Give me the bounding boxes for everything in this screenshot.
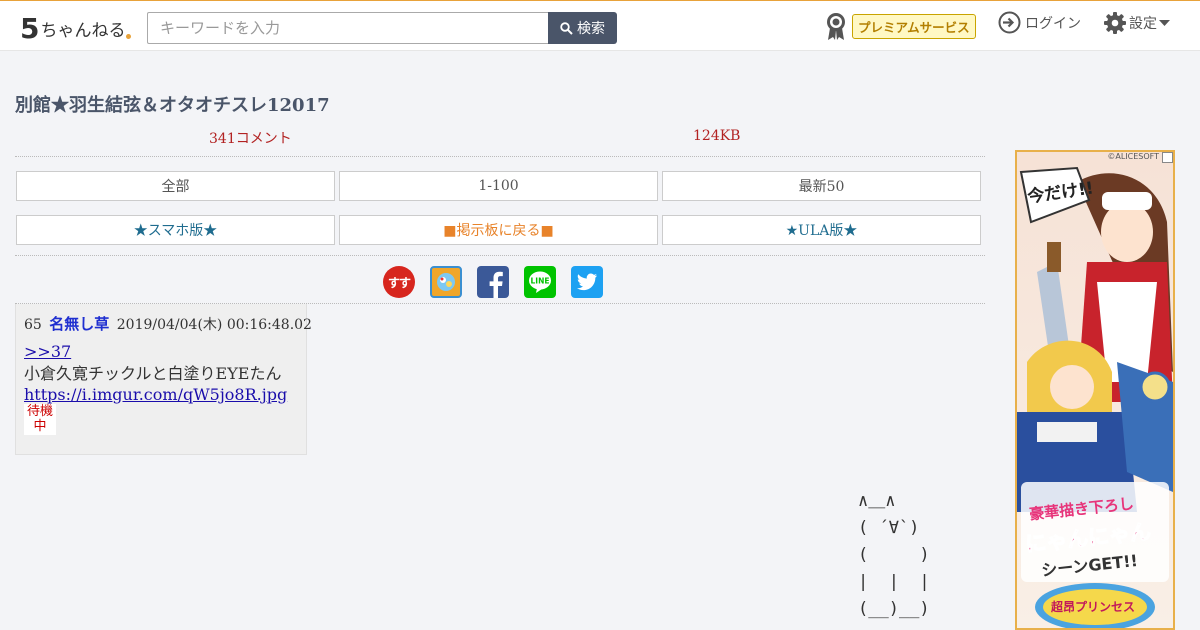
post-number[interactable]: 65 xyxy=(24,317,42,333)
loading-text-line2: 中 xyxy=(33,419,47,434)
ad-close-icon[interactable] xyxy=(1162,152,1173,163)
logo-text: ちゃんねる xyxy=(40,21,126,41)
search-button-label: 検索 xyxy=(577,21,605,37)
image-loading-badge: 待機 中 xyxy=(24,404,56,435)
post-body: >>37 小倉久寛チックルと白塗りEYEたん https://i.imgur.c… xyxy=(24,341,287,406)
logo-number: 5 xyxy=(20,12,40,45)
line-share-button[interactable]: LINE xyxy=(524,266,556,298)
comment-count: 341コメント xyxy=(209,131,292,147)
search-button[interactable]: 検索 xyxy=(548,12,617,44)
line-icon: LINE xyxy=(529,271,551,293)
caret-down-icon xyxy=(1159,20,1170,26)
divider xyxy=(15,255,985,256)
premium-service-label: プレミアムサービス xyxy=(852,13,976,39)
thread-title: 別館★羽生結弦＆オタオチスレ12017 xyxy=(15,95,330,116)
bookmark-app-icon xyxy=(437,273,455,291)
site-logo[interactable]: 5 ちゃんねる xyxy=(20,11,132,45)
reply-anchor-link[interactable]: >>37 xyxy=(24,341,287,363)
settings-label: 設定 xyxy=(1129,16,1157,32)
post-date: 2019/04/04(木) 00:16:48.02 xyxy=(116,317,312,333)
sussu-share-label: すす xyxy=(387,275,411,290)
post-text: 小倉久寛チックルと白塗りEYEたん xyxy=(24,363,282,383)
back-to-board-button[interactable]: ■掲示板に戻る■ xyxy=(339,215,658,245)
advertisement-banner[interactable]: ©ALICESOFT 今だけ!! 豪華描き下ろし にゃんにゃん シーンGET!!… xyxy=(1015,150,1175,630)
post: 65 名無し草 2019/04/04(木) 00:16:48.02 >>37 小… xyxy=(15,304,312,455)
smartphone-version-button[interactable]: ★スマホ版★ xyxy=(16,215,335,245)
show-latest-button[interactable]: 最新50 xyxy=(662,171,981,201)
login-label: ログイン xyxy=(1025,15,1081,32)
divider xyxy=(15,156,985,157)
premium-service-link[interactable]: プレミアムサービス xyxy=(824,11,976,41)
show-range-button[interactable]: 1-100 xyxy=(339,171,658,201)
ula-version-button[interactable]: ★ULA版★ xyxy=(662,215,981,245)
twitter-icon xyxy=(577,273,597,291)
sussu-share-button[interactable]: すす xyxy=(383,266,415,298)
facebook-icon xyxy=(489,271,503,298)
post-header: 65 名無し草 2019/04/04(木) 00:16:48.02 xyxy=(24,313,312,334)
search-icon xyxy=(560,21,573,35)
image-link[interactable]: https://i.imgur.com/qW5jo8R.jpg xyxy=(24,384,287,406)
twitter-share-button[interactable] xyxy=(571,266,603,298)
site-header: 5 ちゃんねる 検索 プレミアムサービス ログイン xyxy=(0,0,1200,51)
post-author: 名無し草 xyxy=(49,315,110,333)
ad-game-logo: 超昂プリンセス xyxy=(1051,600,1136,614)
logo-dot xyxy=(126,34,132,39)
settings-menu[interactable]: 設定 xyxy=(1103,11,1170,35)
login-link[interactable]: ログイン xyxy=(998,11,1081,34)
ad-copyright: ©ALICESOFT xyxy=(1107,152,1159,161)
facebook-share-button[interactable] xyxy=(477,266,509,298)
premium-badge-icon xyxy=(827,13,845,40)
ascii-art-cat: ∧＿∧ ( ´∀`) ( ) | | | (__)__) xyxy=(858,491,930,619)
login-icon xyxy=(998,11,1021,34)
bookmark-share-button[interactable] xyxy=(430,266,462,298)
show-all-button[interactable]: 全部 xyxy=(16,171,335,201)
search-input[interactable] xyxy=(147,12,549,44)
loading-text-line1: 待機 xyxy=(26,404,53,419)
gear-icon xyxy=(1104,12,1126,34)
svg-text:LINE: LINE xyxy=(531,277,550,286)
thread-size: 124KB xyxy=(693,128,741,144)
